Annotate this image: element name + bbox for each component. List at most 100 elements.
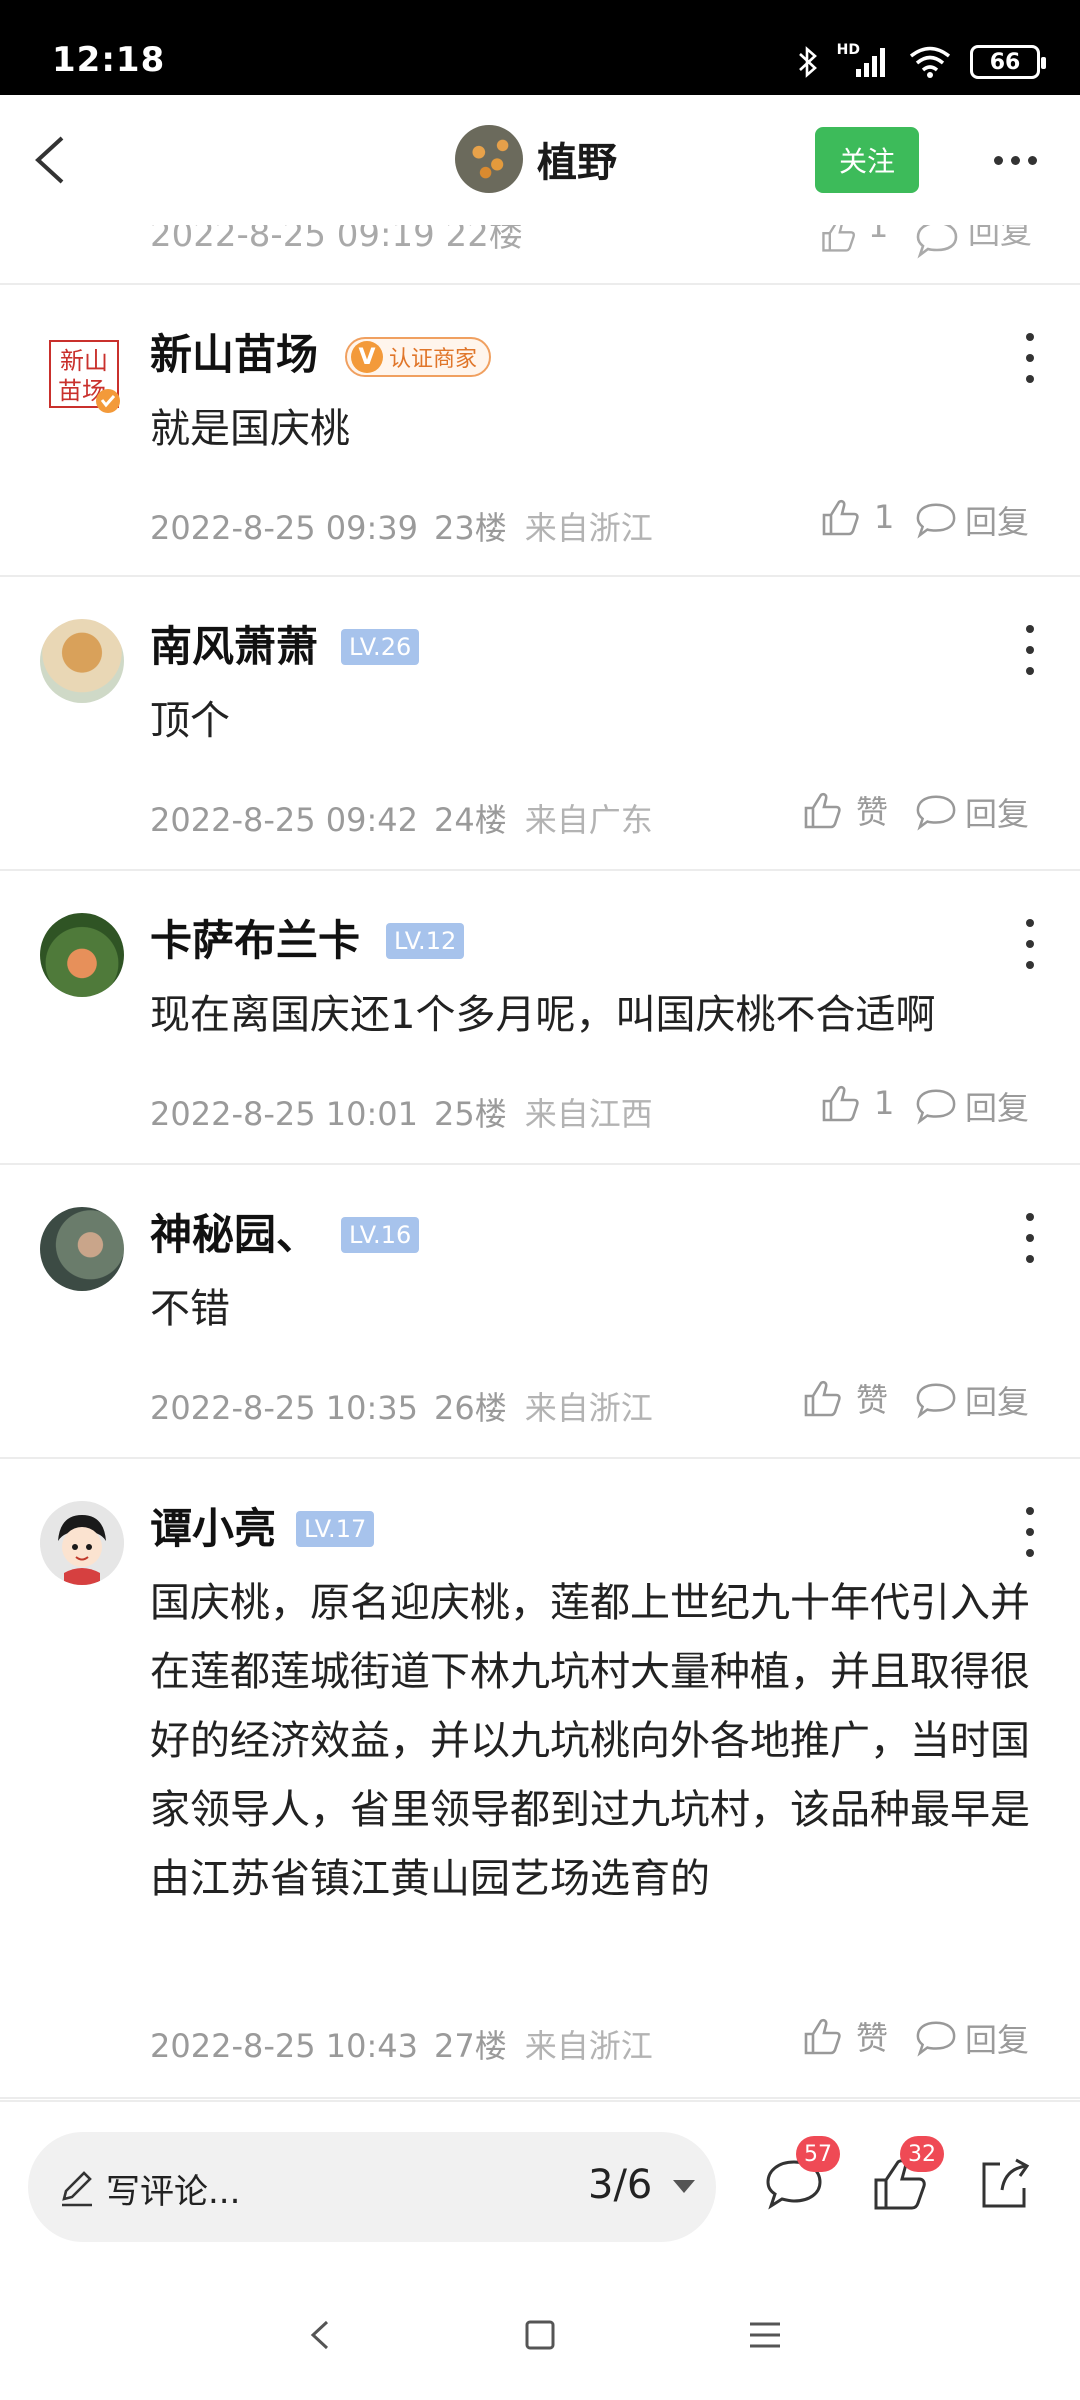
location: 来自广东 [524, 801, 653, 839]
reply-button[interactable]: 回复 [915, 497, 1029, 543]
thumbs-up-icon [804, 1380, 841, 1417]
pencil-icon [62, 2171, 92, 2207]
badge-label: 认证商家 [389, 347, 478, 372]
comment-item: 新山 苗场 新山苗场 V 认证商家 就是国庆桃 2022-8-25 09:39 … [0, 285, 1080, 577]
comment-row-partial: 2022-8-25 09:19 22楼 1 回复 [0, 225, 1080, 285]
system-nav-bar [0, 2270, 1080, 2400]
like-button[interactable]: 赞 [800, 2013, 888, 2059]
post-header: 植野 关注 [0, 95, 1080, 225]
bottom-action-bar: 写评论... 3/6 57 32 [0, 2100, 1080, 2270]
floor-number: 26楼 [434, 1389, 507, 1427]
comment-body: 顶个 [150, 698, 230, 744]
comment-item: 神秘园、 LV.16 不错 2022-8-25 10:35 26楼 来自浙江 赞… [0, 1165, 1080, 1459]
share-button[interactable] [972, 2152, 1036, 2216]
nav-back-icon[interactable] [295, 2310, 345, 2360]
username[interactable]: 卡萨布兰卡 [150, 913, 360, 969]
like-button[interactable]: 1 [818, 1081, 894, 1125]
reply-icon [916, 2021, 956, 2057]
avatar[interactable] [40, 1207, 124, 1291]
comment-input[interactable]: 写评论... 3/6 [28, 2132, 716, 2242]
username[interactable]: 神秘园、 [150, 1207, 318, 1263]
comment-meta: 2022-8-25 09:39 23楼 来自浙江 [150, 503, 653, 549]
comment-count-badge: 57 [796, 2136, 840, 2172]
username[interactable]: 谭小亮 [150, 1501, 276, 1557]
reply-button[interactable]: 回复 [915, 1083, 1029, 1129]
avatar[interactable] [40, 1501, 124, 1585]
like-label: 赞 [856, 793, 889, 831]
reply-label: 回复 [965, 1383, 1030, 1421]
location: 来自浙江 [524, 509, 653, 547]
reply-button[interactable]: 回复 [915, 789, 1029, 835]
level-badge: LV.16 [341, 1217, 420, 1253]
location: 来自浙江 [524, 1389, 653, 1427]
thumbs-up-icon [822, 1085, 859, 1122]
reply-label: 回复 [965, 2021, 1030, 2059]
level-badge: LV.12 [386, 923, 465, 959]
comments-button[interactable]: 57 [762, 2136, 840, 2216]
avatar[interactable]: 新山 苗场 [44, 337, 124, 417]
comment-menu-icon[interactable] [1010, 919, 1050, 969]
caret-down-icon[interactable] [673, 2180, 695, 2193]
status-time: 12:18 [52, 40, 166, 80]
signal-icon: HD [837, 42, 890, 82]
avatar[interactable] [40, 619, 124, 703]
like-post-button[interactable]: 32 [866, 2136, 944, 2216]
status-bar: 12:18 HD 66 [0, 0, 1080, 95]
hd-label: HD [836, 42, 860, 58]
comment-date: 2022-8-25 10:35 [150, 1389, 418, 1427]
follow-button[interactable]: 关注 [815, 127, 919, 193]
like-button[interactable]: 赞 [800, 787, 888, 833]
nav-home-icon[interactable] [515, 2310, 565, 2360]
floor-number: 23楼 [434, 509, 507, 547]
page-indicator[interactable]: 3/6 [588, 2162, 652, 2208]
like-label: 赞 [856, 1381, 889, 1419]
comment-date: 2022-8-25 09:39 [150, 509, 418, 547]
thumbs-up-icon [822, 499, 859, 536]
comment-menu-icon[interactable] [1010, 1213, 1050, 1263]
comment-menu-icon[interactable] [1010, 1507, 1050, 1557]
comment-meta: 2022-8-25 10:35 26楼 来自浙江 [150, 1383, 653, 1429]
comment-date: 2022-8-25 09:42 [150, 801, 418, 839]
like-button[interactable]: 赞 [800, 1375, 888, 1421]
comment-date: 2022-8-25 10:01 [150, 1095, 418, 1133]
comment-placeholder: 写评论... [106, 2172, 241, 2212]
level-badge: LV.17 [296, 1511, 375, 1547]
comment-list[interactable]: 2022-8-25 09:19 22楼 1 回复 新山 苗场 新山苗场 V 认证… [0, 225, 1080, 2100]
reply-icon[interactable] [915, 225, 959, 259]
like-label: 赞 [856, 2019, 889, 2057]
comment-menu-icon[interactable] [1010, 333, 1050, 383]
comment-meta: 2022-8-25 10:01 25楼 来自江西 [150, 1089, 653, 1135]
back-icon[interactable] [22, 130, 82, 190]
reply-button[interactable]: 回复 [968, 225, 1032, 253]
like-button[interactable]: 1 [818, 495, 894, 539]
verified-icon: V [351, 341, 383, 373]
reply-icon [916, 1383, 956, 1419]
bluetooth-icon [797, 42, 819, 82]
like-count-badge: 32 [900, 2136, 944, 2172]
more-options-icon[interactable] [985, 140, 1045, 180]
share-icon [982, 2158, 1030, 2208]
reply-label: 回复 [965, 503, 1030, 541]
thumbs-up-icon[interactable] [818, 225, 858, 255]
wifi-icon [908, 42, 952, 82]
status-icons: HD 66 [797, 42, 1046, 82]
location: 来自江西 [524, 1095, 653, 1133]
like-count: 1 [874, 1084, 895, 1122]
nav-menu-icon[interactable] [740, 2310, 790, 2360]
author-name[interactable]: 植野 [537, 130, 617, 188]
avatar[interactable] [40, 913, 124, 997]
username[interactable]: 新山苗场 [150, 327, 318, 383]
username[interactable]: 南风萧萧 [150, 619, 318, 675]
thumbs-up-icon [804, 2018, 841, 2055]
reply-icon [916, 1089, 956, 1125]
reply-icon [916, 795, 956, 831]
comment-item: 卡萨布兰卡 LV.12 现在离国庆还1个多月呢，叫国庆桃不合适啊 2022-8-… [0, 871, 1080, 1165]
comment-menu-icon[interactable] [1010, 625, 1050, 675]
comment-body: 不错 [150, 1286, 230, 1332]
floor-number: 27楼 [434, 2027, 507, 2065]
reply-button[interactable]: 回复 [915, 1377, 1029, 1423]
author-avatar[interactable] [455, 125, 523, 193]
floor-number: 25楼 [434, 1095, 507, 1133]
reply-button[interactable]: 回复 [915, 2015, 1029, 2061]
author-info[interactable]: 植野 [455, 125, 617, 193]
